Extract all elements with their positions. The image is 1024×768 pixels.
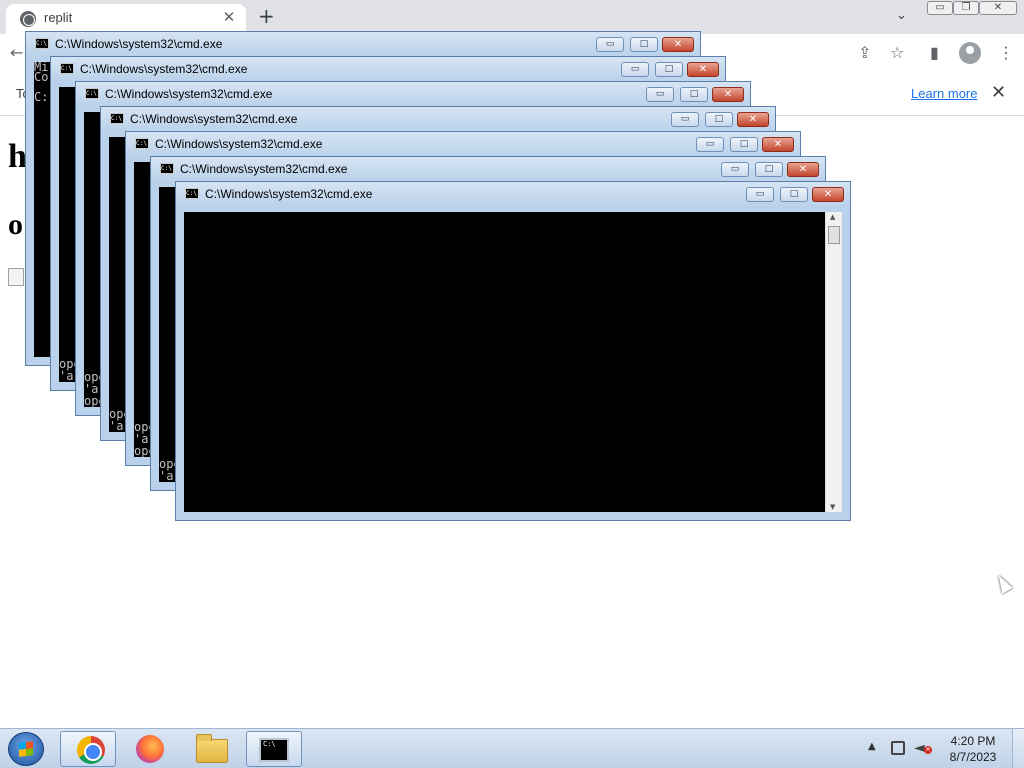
folder-icon <box>196 734 228 763</box>
cmd-titlebar[interactable]: C:\ C:\Windows\system32\cmd.exe ▭ □ ✕ <box>126 132 800 157</box>
browser-tabstrip: replit ✕ + ⌄ ▭ ❐ ✕ <box>0 0 1024 34</box>
new-tab-button[interactable]: + <box>258 4 275 28</box>
bookmark-star-icon[interactable]: ☆ <box>890 43 904 62</box>
cmd-titlebar[interactable]: C:\ C:\Windows\system32\cmd.exe ▭ □ ✕ <box>176 182 850 207</box>
tab-replit[interactable]: replit ✕ <box>6 4 246 34</box>
clock-date[interactable]: 8/7/2023 <box>940 750 1006 764</box>
cmd-minimize-button[interactable]: ▭ <box>596 37 624 52</box>
cmd-close-button[interactable]: ✕ <box>662 37 694 52</box>
cmd-close-button[interactable]: ✕ <box>712 87 744 102</box>
cmd-titlebar[interactable]: C:\ C:\Windows\system32\cmd.exe ▭ □ ✕ <box>101 107 775 132</box>
cmd-window-title: C:\Windows\system32\cmd.exe <box>80 62 248 76</box>
cmd-icon: C:\ <box>35 38 49 49</box>
show-hidden-icons-icon[interactable]: ▲ <box>868 741 876 752</box>
cmd-maximize-button[interactable]: □ <box>630 37 658 52</box>
window-close-button[interactable]: ✕ <box>979 1 1017 15</box>
cmd-maximize-button[interactable]: □ <box>705 112 733 127</box>
cmd-icon: C:\ <box>185 188 199 199</box>
cmd-maximize-button[interactable]: □ <box>780 187 808 202</box>
tab-close-icon[interactable]: ✕ <box>220 8 238 26</box>
cmd-icon: C:\ <box>135 138 149 149</box>
taskbar-cmd[interactable]: C:\ <box>246 731 302 767</box>
cmd-window-title: C:\Windows\system32\cmd.exe <box>155 137 323 151</box>
info-bar-close-icon[interactable]: ✕ <box>991 82 1006 103</box>
cmd-window-title: C:\Windows\system32\cmd.exe <box>205 187 373 201</box>
cmd-titlebar[interactable]: C:\ C:\Windows\system32\cmd.exe ▭ □ ✕ <box>51 57 725 82</box>
cmd-icon: C:\ <box>85 88 99 99</box>
window-minimize-button[interactable]: ▭ <box>927 1 953 15</box>
scroll-down-icon[interactable]: ▼ <box>830 503 835 511</box>
cmd-close-button[interactable]: ✕ <box>737 112 769 127</box>
screen: replit ✕ + ⌄ ▭ ❐ ✕ ← ⇪ ☆ ▮ ⋮ To Learn mo… <box>0 0 1024 768</box>
console-output: Mi Co C: <box>34 62 49 104</box>
scroll-up-icon[interactable]: ▲ <box>830 213 835 221</box>
back-icon[interactable]: ← <box>10 43 23 62</box>
cmd-window-title: C:\Windows\system32\cmd.exe <box>180 162 348 176</box>
cmd-minimize-button[interactable]: ▭ <box>621 62 649 77</box>
cmd-titlebar[interactable]: C:\ C:\Windows\system32\cmd.exe ▭ □ ✕ <box>151 157 825 182</box>
cmd-close-button[interactable]: ✕ <box>812 187 844 202</box>
cmd-maximize-button[interactable]: □ <box>755 162 783 177</box>
taskbar-firefox[interactable] <box>122 731 178 767</box>
show-desktop-button[interactable] <box>1012 729 1024 768</box>
chrome-icon <box>77 736 105 764</box>
start-button[interactable] <box>8 732 44 766</box>
clock-time[interactable]: 4:20 PM <box>940 734 1006 748</box>
cmd-console[interactable]: ▲ ▼ <box>184 212 842 512</box>
cmd-window-title: C:\Windows\system32\cmd.exe <box>55 37 223 51</box>
menu-kebab-icon[interactable]: ⋮ <box>998 43 1014 62</box>
cmd-titlebar[interactable]: C:\ C:\Windows\system32\cmd.exe ▭ □ ✕ <box>76 82 750 107</box>
taskbar-explorer[interactable] <box>184 731 240 767</box>
cmd-minimize-button[interactable]: ▭ <box>696 137 724 152</box>
cmd-maximize-button[interactable]: □ <box>730 137 758 152</box>
cmd-window-title: C:\Windows\system32\cmd.exe <box>105 87 273 101</box>
scroll-thumb[interactable] <box>828 226 840 244</box>
cmd-maximize-button[interactable]: □ <box>680 87 708 102</box>
mouse-cursor-icon <box>993 572 1013 594</box>
cmd-maximize-button[interactable]: □ <box>655 62 683 77</box>
cmd-minimize-button[interactable]: ▭ <box>671 112 699 127</box>
cmd-close-button[interactable]: ✕ <box>687 62 719 77</box>
cmd-window[interactable]: C:\ C:\Windows\system32\cmd.exe ▭ □ ✕ ▲ ▼ <box>175 181 851 521</box>
side-panel-icon[interactable]: ▮ <box>930 43 939 62</box>
taskbar: C:\ ▲ ◄ ✕ 4:20 PM 8/7/2023 <box>0 728 1024 768</box>
share-icon[interactable]: ⇪ <box>858 43 871 62</box>
cmd-close-button[interactable]: ✕ <box>762 137 794 152</box>
cmd-icon: C:\ <box>110 113 124 124</box>
cmd-icon: C:\ <box>60 63 74 74</box>
network-icon[interactable] <box>891 741 905 755</box>
cmd-minimize-button[interactable]: ▭ <box>746 187 774 202</box>
volume-muted-icon: ✕ <box>924 746 932 754</box>
learn-more-link[interactable]: Learn more <box>911 86 977 101</box>
profile-avatar[interactable] <box>959 42 981 64</box>
cmd-minimize-button[interactable]: ▭ <box>646 87 674 102</box>
cmd-titlebar[interactable]: C:\ C:\Windows\system32\cmd.exe ▭ □ ✕ <box>26 32 700 57</box>
cmd-close-button[interactable]: ✕ <box>787 162 819 177</box>
broken-image-icon <box>8 268 24 286</box>
page-subheading: o <box>8 208 23 241</box>
cmd-scrollbar[interactable]: ▲▼ <box>825 212 842 512</box>
window-restore-button[interactable]: ❐ <box>953 1 979 15</box>
cmd-icon: C:\ <box>259 738 289 762</box>
tab-search-icon[interactable]: ⌄ <box>896 8 907 23</box>
cmd-icon: C:\ <box>160 163 174 174</box>
tab-title: replit <box>44 10 73 25</box>
cmd-window-title: C:\Windows\system32\cmd.exe <box>130 112 298 126</box>
globe-icon <box>20 11 36 27</box>
firefox-icon <box>136 735 164 763</box>
taskbar-chrome[interactable] <box>60 731 116 767</box>
cmd-minimize-button[interactable]: ▭ <box>721 162 749 177</box>
